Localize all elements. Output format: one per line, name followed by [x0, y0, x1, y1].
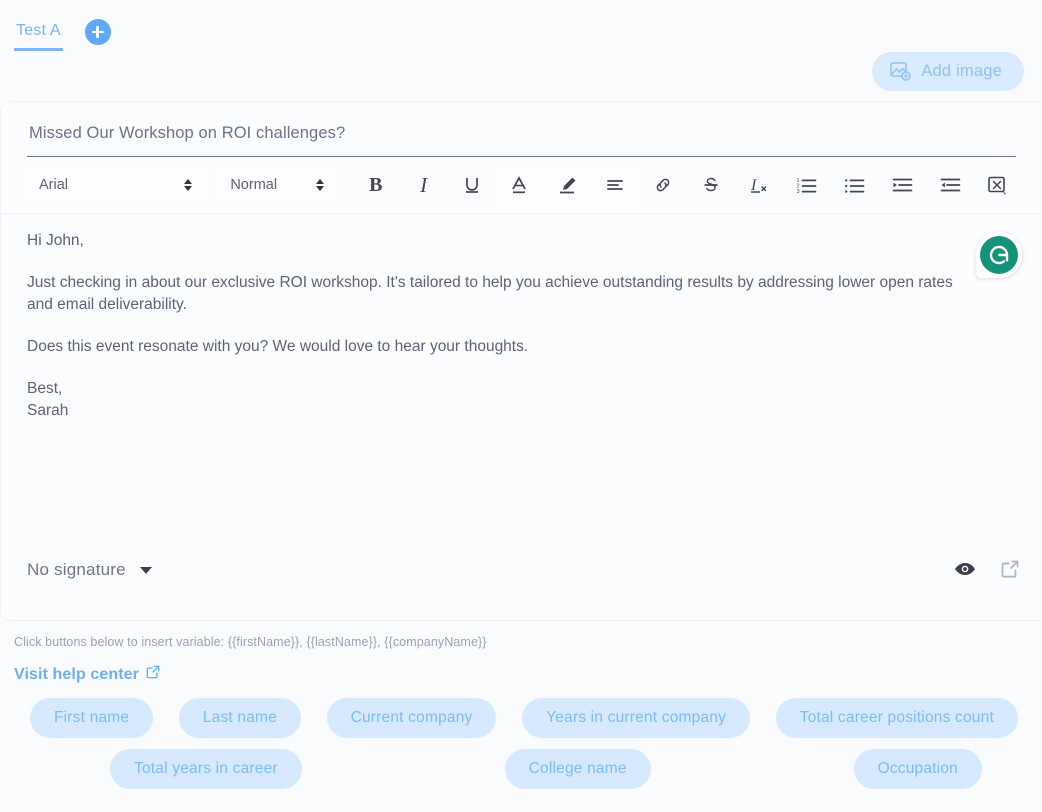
- grammarly-icon: [980, 236, 1018, 274]
- bullet-list-icon: [844, 175, 865, 195]
- email-editor-card: Arial Normal B I: [0, 101, 1042, 621]
- variable-row-2: Total years in career College name Occup…: [0, 749, 1042, 789]
- tab-bar: Test A: [0, 0, 1042, 56]
- eye-icon: [954, 561, 976, 580]
- underline-icon: [462, 175, 482, 195]
- ordered-list-button[interactable]: 1 2 3: [783, 167, 831, 203]
- outdent-button[interactable]: [926, 167, 974, 203]
- link-icon: [653, 175, 673, 195]
- external-link-icon: [146, 665, 160, 684]
- clear-format-icon: I: [748, 175, 770, 195]
- bold-button[interactable]: B: [352, 167, 400, 203]
- font-size-select[interactable]: Normal: [218, 170, 336, 200]
- signature-value: No signature: [27, 560, 126, 579]
- font-family-value: Arial: [39, 177, 69, 193]
- expand-editor-button[interactable]: [1000, 559, 1020, 582]
- subject-input[interactable]: [27, 120, 1016, 157]
- visit-help-center-link[interactable]: Visit help center: [14, 665, 160, 684]
- variable-total-career-positions-count[interactable]: Total career positions count: [775, 698, 1018, 738]
- svg-text:3: 3: [797, 189, 800, 195]
- variable-last-name[interactable]: Last name: [178, 698, 301, 738]
- signature-actions: [954, 559, 1020, 582]
- variable-current-company[interactable]: Current company: [326, 698, 497, 738]
- help-link-label: Visit help center: [14, 665, 140, 683]
- body-greeting: Hi John,: [27, 232, 84, 249]
- ordered-list-icon: 1 2 3: [796, 175, 817, 195]
- add-tab-button[interactable]: [84, 19, 111, 45]
- highlight-pen-icon: [557, 175, 578, 195]
- image-plus-icon: [890, 62, 912, 81]
- add-image-row: Add image: [0, 52, 1042, 91]
- variable-buttons: First name Last name Current company Yea…: [0, 698, 1042, 789]
- strikethrough-button[interactable]: [687, 167, 735, 203]
- stepper-arrows-icon: [184, 179, 204, 191]
- bullet-list-button[interactable]: [830, 167, 878, 203]
- variable-row-1: First name Last name Current company Yea…: [0, 698, 1042, 738]
- external-link-icon: [1000, 559, 1020, 582]
- body-paragraph-1: Just checking in about our exclusive ROI…: [27, 274, 953, 313]
- variable-college-name[interactable]: College name: [504, 749, 651, 789]
- preview-button[interactable]: [954, 561, 976, 580]
- underline-button[interactable]: [448, 167, 496, 203]
- chevron-down-icon: [139, 566, 152, 574]
- clear-format-button[interactable]: I: [735, 167, 783, 203]
- signature-row: No signature: [1, 544, 1042, 596]
- signature-select[interactable]: No signature: [27, 560, 152, 580]
- text-color-icon: [509, 175, 529, 195]
- body-paragraph-2: Does this event resonate with you? We wo…: [27, 338, 529, 355]
- variable-years-in-current-company[interactable]: Years in current company: [522, 698, 751, 738]
- add-image-label: Add image: [921, 62, 1002, 80]
- body-signer: Sarah: [27, 402, 69, 419]
- font-family-select[interactable]: Arial: [27, 170, 205, 200]
- tab-test-a[interactable]: Test A: [14, 20, 63, 51]
- align-icon: [605, 175, 625, 195]
- variable-total-years-in-career[interactable]: Total years in career: [110, 749, 302, 789]
- bold-icon: B: [369, 173, 383, 196]
- align-button[interactable]: [591, 167, 640, 203]
- formatting-toolbar: Arial Normal B I I 1 2 3: [1, 157, 1042, 214]
- font-size-value: Normal: [230, 177, 278, 193]
- add-image-button[interactable]: Add image: [872, 52, 1024, 91]
- variable-hint: Click buttons below to insert variable: …: [14, 635, 487, 649]
- italic-icon: I: [420, 172, 428, 197]
- strikethrough-icon: [701, 175, 721, 195]
- variable-occupation[interactable]: Occupation: [853, 749, 982, 789]
- variable-first-name[interactable]: First name: [30, 698, 154, 738]
- indent-button[interactable]: [878, 167, 926, 203]
- email-body[interactable]: Hi John, Just checking in about our excl…: [1, 214, 1042, 544]
- subject-row: [1, 102, 1042, 157]
- outdent-icon: [940, 175, 961, 195]
- image-remove-icon: [987, 175, 1008, 195]
- text-color-button[interactable]: [495, 167, 544, 203]
- highlight-button[interactable]: [543, 167, 592, 203]
- stepper-arrows-icon: [315, 179, 336, 191]
- italic-button[interactable]: I: [400, 167, 448, 203]
- body-closing: Best,: [27, 380, 63, 397]
- remove-image-button[interactable]: [974, 167, 1022, 203]
- indent-icon: [892, 175, 913, 195]
- grammarly-badge[interactable]: [976, 232, 1022, 278]
- link-button[interactable]: [639, 167, 687, 203]
